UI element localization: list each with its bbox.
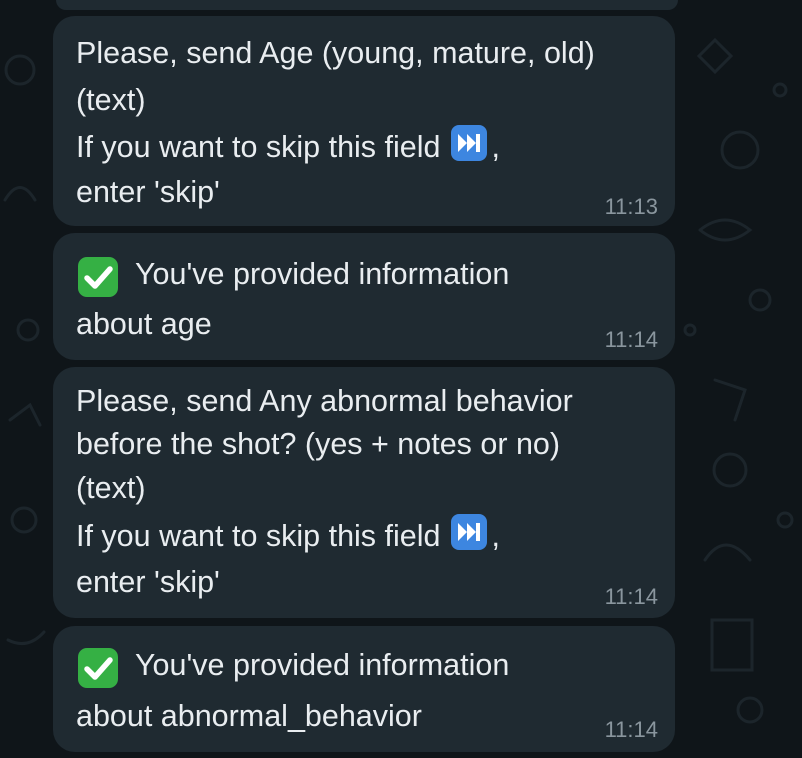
message-timestamp: 11:14 [604,717,658,742]
message-skip-line: If you want to skip this field , [76,124,500,168]
check-mark-icon [76,255,120,299]
message-bubble[interactable]: Please, send Age (young, mature, old) (t… [53,16,675,226]
message-text-line: (text) [76,471,146,505]
next-track-icon [450,513,488,557]
previous-message-edge [56,0,678,10]
message-text-punctuation: , [491,130,500,164]
message-bubble[interactable]: Please, send Any abnormal behavior befor… [53,367,675,618]
message-text-line: If you want to skip this field [76,130,441,164]
message-text-punctuation: , [491,519,500,553]
message-bubble[interactable]: You've provided information about age 11… [53,233,675,360]
message-text-line: You've provided information [135,648,510,682]
check-mark-icon [76,646,120,690]
message-bubble[interactable]: You've provided information about abnorm… [53,626,675,752]
message-text-line: before the shot? (yes + notes or no) [76,427,561,461]
message-text-line: about abnormal_behavior [76,699,422,733]
message-text-line: You've provided information [135,257,510,291]
message-timestamp: 11:14 [604,327,658,352]
message-text-line: If you want to skip this field [76,519,441,553]
next-track-icon [450,124,488,168]
message-text-line: (text) [76,83,146,117]
message-text-line: Please, send Any abnormal behavior [76,384,573,418]
message-timestamp: 11:13 [604,194,658,219]
message-text-line: Please, send Age (young, mature, old) [76,36,595,70]
message-timestamp: 11:14 [604,584,658,609]
message-text-line: enter 'skip' [76,175,220,209]
message-text-line: enter 'skip' [76,565,220,599]
message-skip-line: If you want to skip this field , [76,513,500,557]
message-text-line: about age [76,307,212,341]
